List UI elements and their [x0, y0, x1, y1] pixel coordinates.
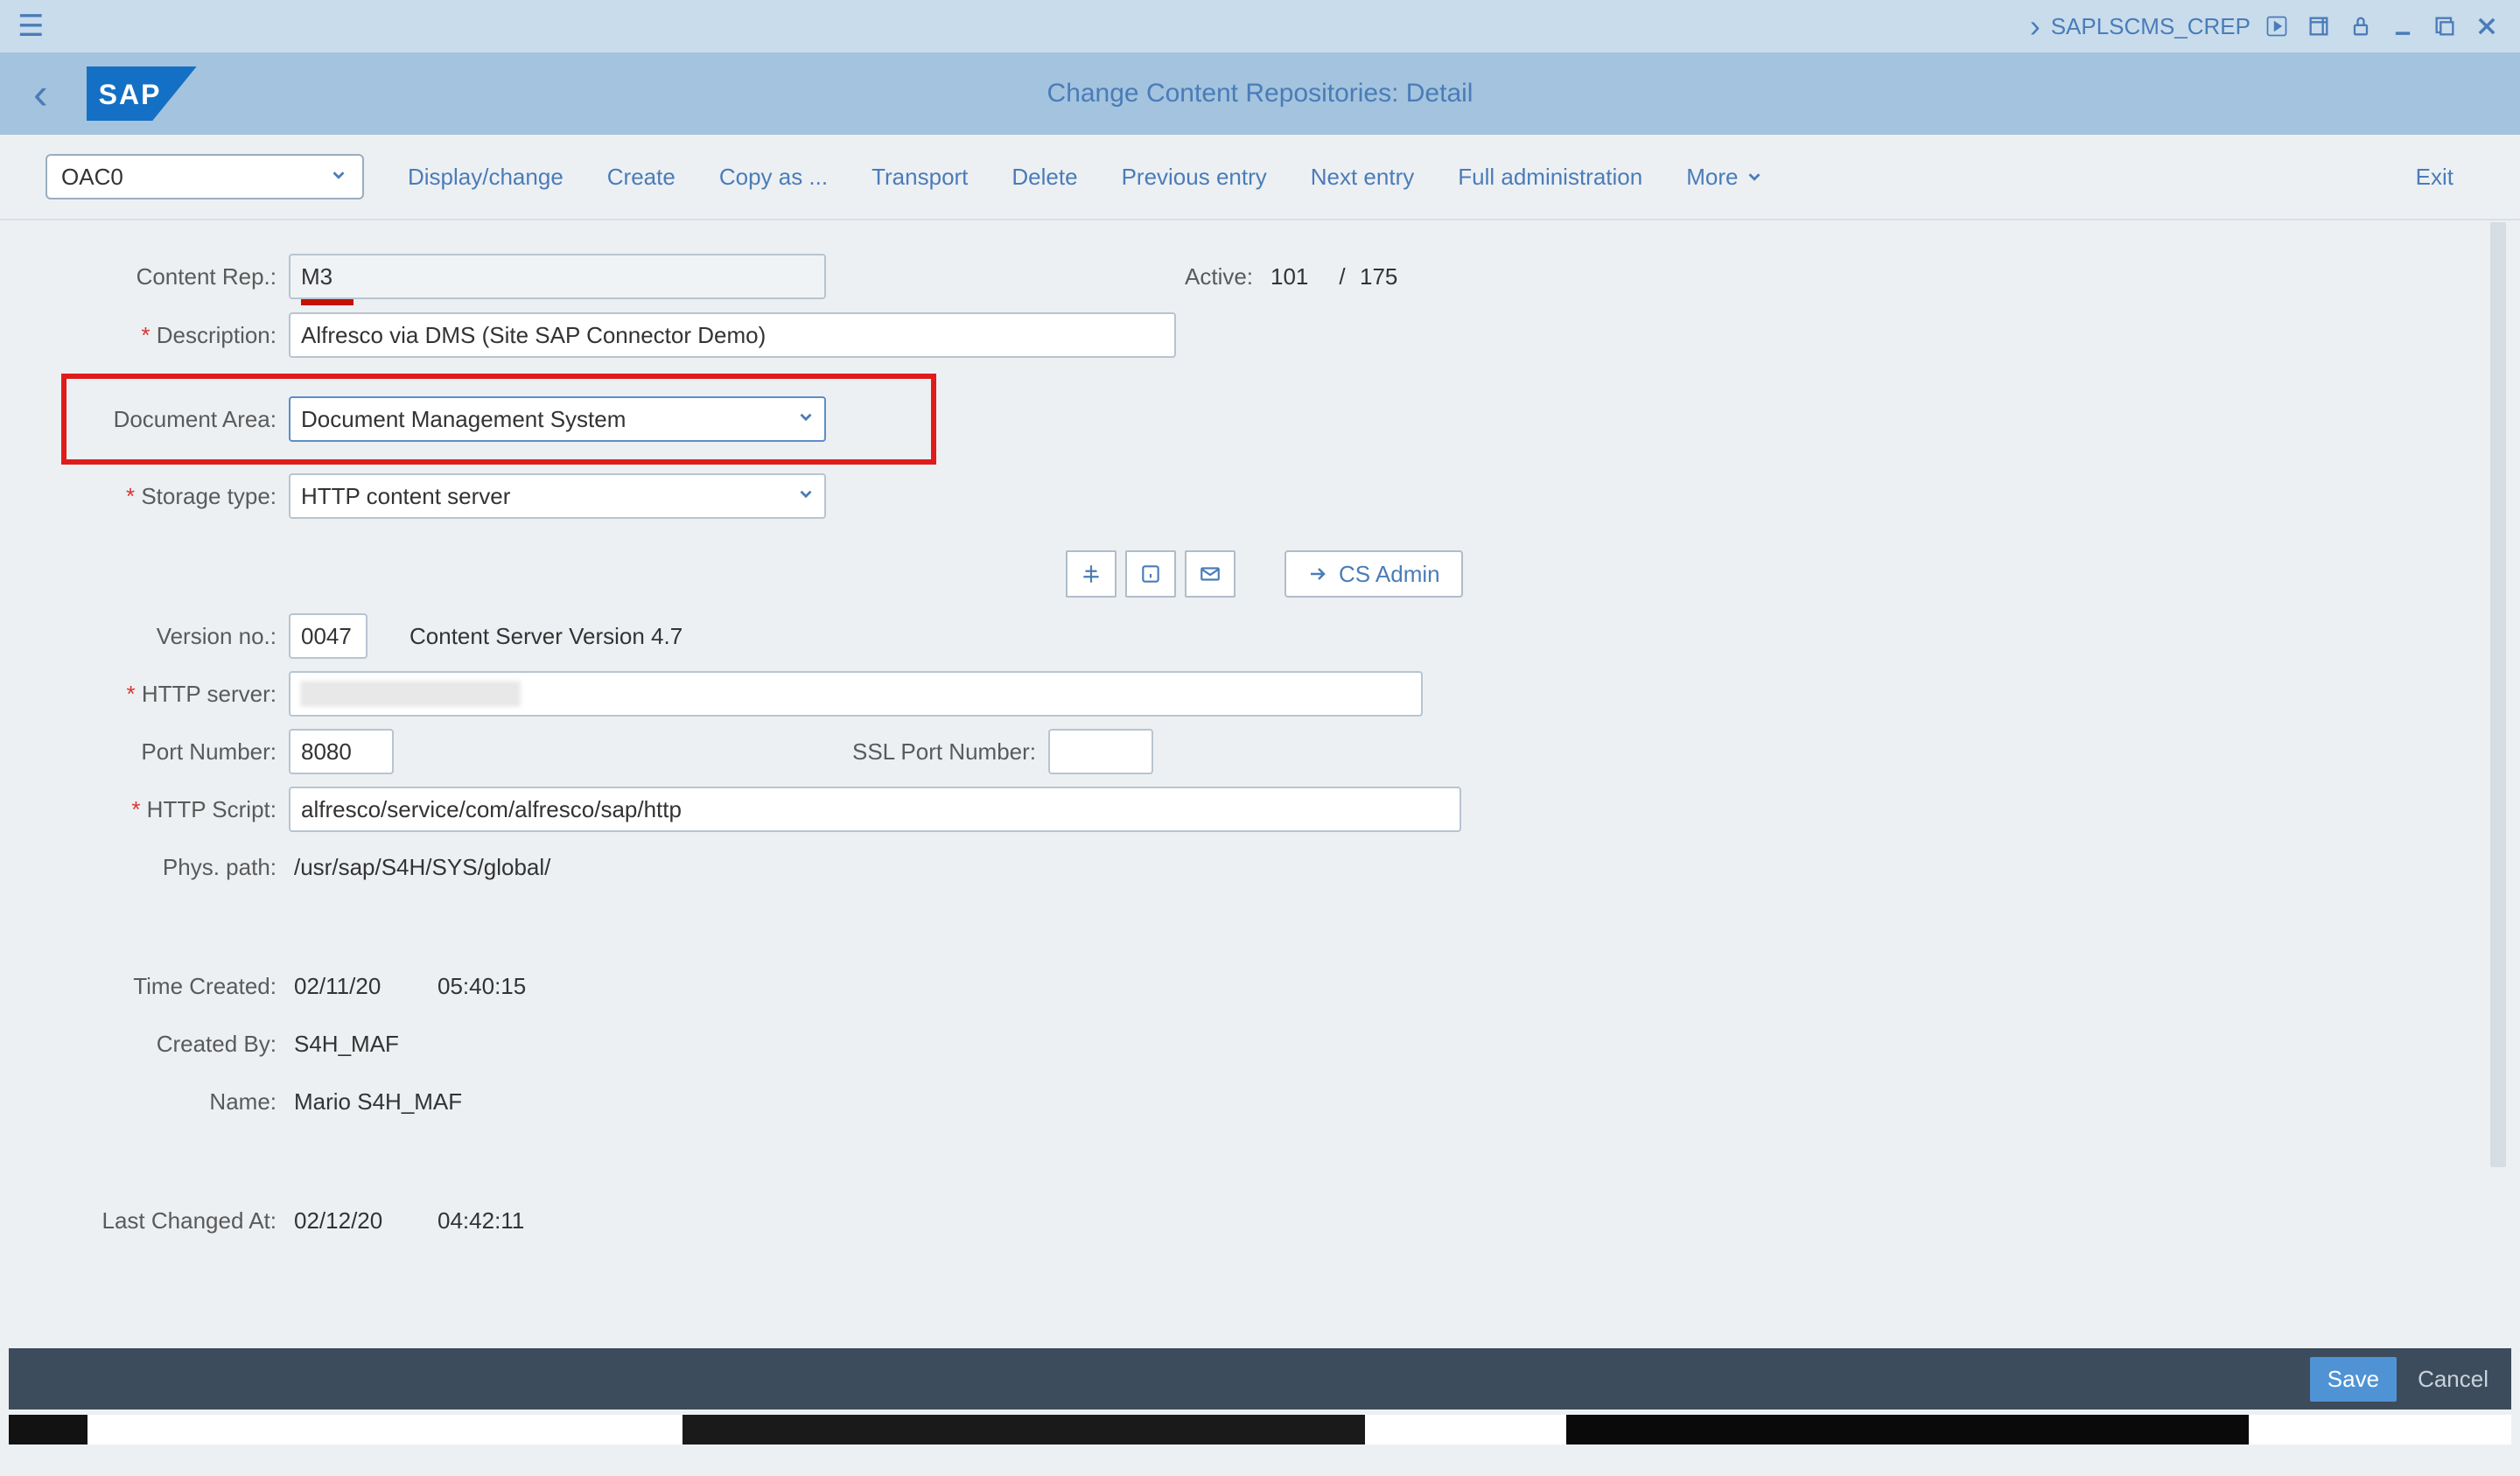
label-last-changed: Last Changed At:: [0, 1207, 289, 1235]
chevron-down-icon: [1745, 167, 1764, 186]
menubar: OAC0 Display/change Create Copy as ... T…: [0, 135, 2520, 220]
cancel-button[interactable]: Cancel: [2418, 1366, 2488, 1393]
label-http-script: * HTTP Script:: [0, 796, 289, 823]
label-ssl-port-number: SSL Port Number:: [840, 738, 1048, 766]
value-name: Mario S4H_MAF: [289, 1088, 462, 1116]
menu-more-label: More: [1686, 164, 1738, 191]
menu-exit[interactable]: Exit: [2416, 164, 2454, 191]
minimize-icon[interactable]: [2387, 10, 2418, 42]
new-window-icon[interactable]: [2303, 10, 2334, 42]
info-icon-button[interactable]: [1125, 550, 1176, 598]
document-area-highlight: Document Area:: [61, 374, 936, 465]
vertical-scrollbar[interactable]: [2490, 222, 2506, 1167]
menu-more[interactable]: More: [1686, 164, 1764, 191]
chevron-down-icon: [796, 483, 816, 510]
menu-full-administration[interactable]: Full administration: [1458, 164, 1642, 191]
chevron-right-icon[interactable]: ›: [2030, 8, 2040, 45]
label-http-server: * HTTP server:: [0, 681, 289, 708]
field-http-script[interactable]: [289, 787, 1461, 832]
version-desc: Content Server Version 4.7: [410, 623, 682, 650]
field-document-area[interactable]: [289, 396, 826, 442]
field-http-server[interactable]: [289, 671, 1423, 717]
label-time-created: Time Created:: [0, 973, 289, 1000]
field-content-rep[interactable]: [289, 254, 826, 299]
lock-icon[interactable]: [2345, 10, 2376, 42]
active-current: 101: [1255, 263, 1325, 290]
label-content-rep: Content Rep.:: [0, 263, 289, 290]
system-topbar: ☰ › SAPLSCMS_CREP: [0, 0, 2520, 52]
menu-next-entry[interactable]: Next entry: [1311, 164, 1415, 191]
field-description[interactable]: [289, 312, 1176, 358]
label-phys-path: Phys. path:: [0, 854, 289, 881]
chevron-down-icon: [796, 406, 816, 433]
close-icon[interactable]: [2471, 10, 2502, 42]
menu-copy-as[interactable]: Copy as ...: [719, 164, 828, 191]
tcode-dropdown[interactable]: OAC0: [46, 154, 364, 199]
value-time-created-date: 02/11/20: [289, 973, 438, 1000]
thumbnail-strip: [9, 1415, 2511, 1445]
value-time-created-time: 05:40:15: [438, 973, 526, 1000]
active-sep: /: [1325, 263, 1360, 290]
menu-display-change[interactable]: Display/change: [408, 164, 564, 191]
mail-icon-button[interactable]: [1185, 550, 1236, 598]
cs-admin-label: CS Admin: [1339, 561, 1440, 588]
label-version-no: Version no.:: [0, 623, 289, 650]
sap-logo: SAP: [87, 66, 197, 121]
label-active: Active:: [1185, 263, 1255, 290]
field-version-no[interactable]: [289, 613, 368, 659]
tcode-value: OAC0: [61, 164, 123, 191]
redacted-value: [301, 682, 520, 706]
label-document-area: Document Area:: [66, 406, 289, 433]
chevron-down-icon: [329, 164, 348, 191]
label-port-number: Port Number:: [0, 738, 289, 766]
logo-text: SAP: [99, 79, 162, 111]
label-description: * Description:: [0, 322, 289, 349]
cs-admin-button[interactable]: CS Admin: [1284, 550, 1463, 598]
menu-delete[interactable]: Delete: [1012, 164, 1077, 191]
field-port-number[interactable]: [289, 729, 394, 774]
value-last-changed-time: 04:42:11: [438, 1207, 524, 1235]
label-storage-type: * Storage type:: [0, 483, 289, 510]
back-icon[interactable]: ‹: [33, 68, 48, 119]
value-last-changed-date: 02/12/20: [289, 1207, 438, 1235]
footer-bar: Save Cancel: [9, 1348, 2511, 1410]
menu-previous-entry[interactable]: Previous entry: [1122, 164, 1267, 191]
page-title: Change Content Repositories: Detail: [1047, 79, 1474, 108]
label-created-by: Created By:: [0, 1031, 289, 1058]
hamburger-icon[interactable]: ☰: [18, 9, 44, 44]
play-icon[interactable]: [2261, 10, 2292, 42]
maximize-icon[interactable]: [2429, 10, 2460, 42]
label-name: Name:: [0, 1088, 289, 1116]
field-ssl-port-number[interactable]: [1048, 729, 1153, 774]
app-header: ‹ SAP Change Content Repositories: Detai…: [0, 52, 2520, 135]
tree-icon-button[interactable]: [1066, 550, 1116, 598]
menu-transport[interactable]: Transport: [872, 164, 968, 191]
program-name: SAPLSCMS_CREP: [2051, 13, 2250, 40]
form-area: Content Rep.: Active: 101 / 175 * Descri…: [0, 220, 2520, 1243]
active-total: 175: [1360, 263, 1397, 290]
value-phys-path: /usr/sap/S4H/SYS/global/: [289, 854, 550, 881]
content-rep-marker: [301, 299, 354, 305]
value-created-by: S4H_MAF: [289, 1031, 399, 1058]
save-button[interactable]: Save: [2310, 1357, 2397, 1402]
field-storage-type[interactable]: [289, 473, 826, 519]
arrow-right-icon: [1307, 563, 1328, 584]
menu-create[interactable]: Create: [607, 164, 676, 191]
